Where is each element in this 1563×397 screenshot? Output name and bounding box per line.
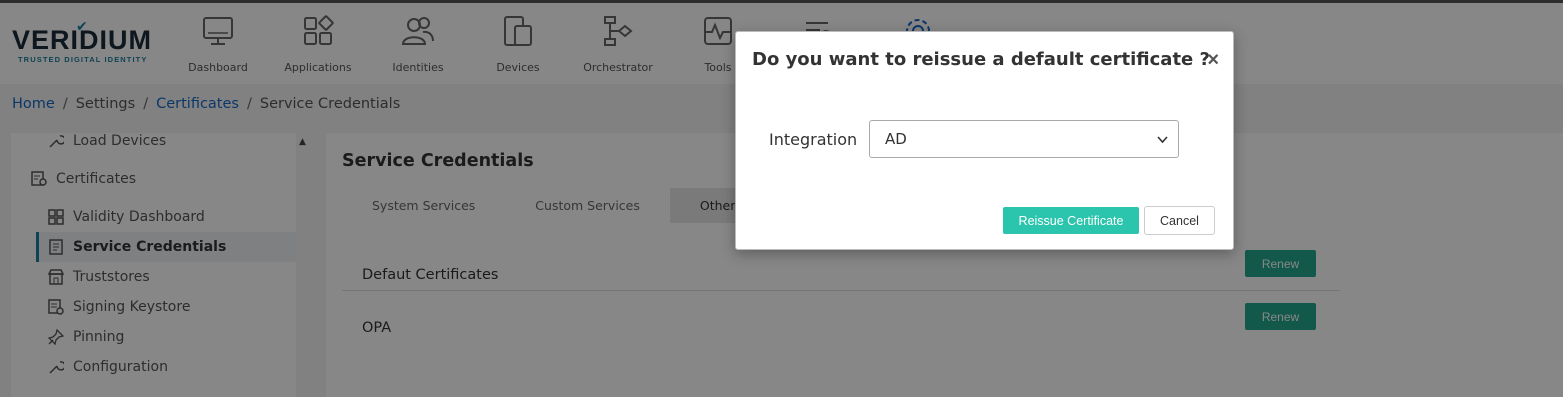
integration-label: Integration — [769, 130, 858, 149]
integration-select[interactable]: AD — [869, 120, 1179, 158]
chevron-down-icon — [1157, 122, 1168, 173]
reissue-certificate-dialog: Do you want to reissue a default certifi… — [735, 31, 1234, 250]
reissue-certificate-button[interactable]: Reissue Certificate — [1003, 207, 1139, 234]
dialog-title: Do you want to reissue a default certifi… — [752, 49, 1210, 70]
cancel-button[interactable]: Cancel — [1144, 206, 1215, 235]
close-icon[interactable]: × — [1207, 50, 1219, 70]
integration-select-value: AD — [885, 130, 907, 148]
